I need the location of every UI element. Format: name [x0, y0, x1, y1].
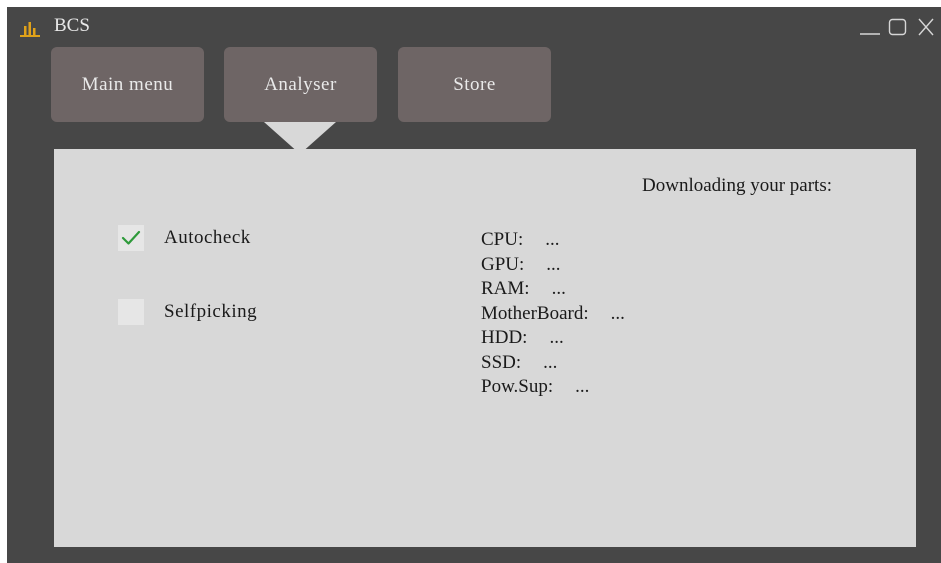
part-value: ... [543, 351, 558, 373]
tab-analyser[interactable]: Analyser [224, 47, 377, 122]
autocheck-option[interactable]: Autocheck [118, 225, 251, 251]
selfpicking-option[interactable]: Selfpicking [118, 299, 257, 325]
part-name: RAM: [481, 278, 530, 299]
part-name: CPU: [481, 229, 524, 250]
part-row-power-supply: Pow.Sup:... [481, 376, 625, 401]
tab-label: Analyser [264, 73, 337, 95]
checkmark-icon [121, 230, 141, 245]
close-icon [918, 18, 934, 36]
part-value: ... [575, 376, 590, 397]
selfpicking-label: Selfpicking [164, 301, 258, 322]
window-title: BCS [54, 15, 90, 36]
part-name: GPU: [481, 253, 525, 275]
part-name: MotherBoard: [481, 302, 589, 324]
part-name: Pow.Sup: [481, 376, 554, 397]
part-value: ... [610, 302, 625, 324]
tab-store[interactable]: Store [398, 47, 551, 122]
parts-list: CPU:... GPU:... RAM:... MotherBoard:... … [481, 229, 625, 401]
autocheck-label: Autocheck [164, 227, 251, 248]
maximize-icon [888, 18, 907, 36]
minimize-button[interactable] [857, 15, 883, 39]
part-name: SSD: [481, 351, 522, 373]
app-window: BCS Main menu Analyser Store Downloading… [7, 7, 941, 563]
bar-chart-icon [20, 20, 40, 37]
tab-main-menu[interactable]: Main menu [51, 47, 204, 122]
part-row-motherboard: MotherBoard:... [481, 303, 625, 328]
part-value: ... [545, 229, 560, 250]
autocheck-checkbox[interactable] [118, 225, 144, 251]
tab-label: Store [453, 73, 496, 95]
part-row-ssd: SSD:... [481, 352, 625, 377]
part-value: ... [551, 278, 566, 299]
part-row-cpu: CPU:... [481, 229, 625, 254]
title-bar[interactable]: BCS [7, 7, 941, 47]
part-name: HDD: [481, 327, 528, 348]
part-row-gpu: GPU:... [481, 254, 625, 279]
minimize-icon [860, 33, 880, 35]
analyser-panel: Downloading your parts: Autocheck Selfpi… [54, 149, 916, 547]
parts-heading: Downloading your parts: [642, 175, 832, 196]
selfpicking-checkbox[interactable] [118, 299, 144, 325]
part-row-ram: RAM:... [481, 278, 625, 303]
part-value: ... [546, 253, 561, 275]
part-row-hdd: HDD:... [481, 327, 625, 352]
window-controls [857, 15, 939, 39]
close-button[interactable] [913, 15, 939, 39]
part-value: ... [549, 327, 564, 348]
tab-label: Main menu [81, 73, 174, 95]
maximize-button[interactable] [885, 15, 911, 39]
